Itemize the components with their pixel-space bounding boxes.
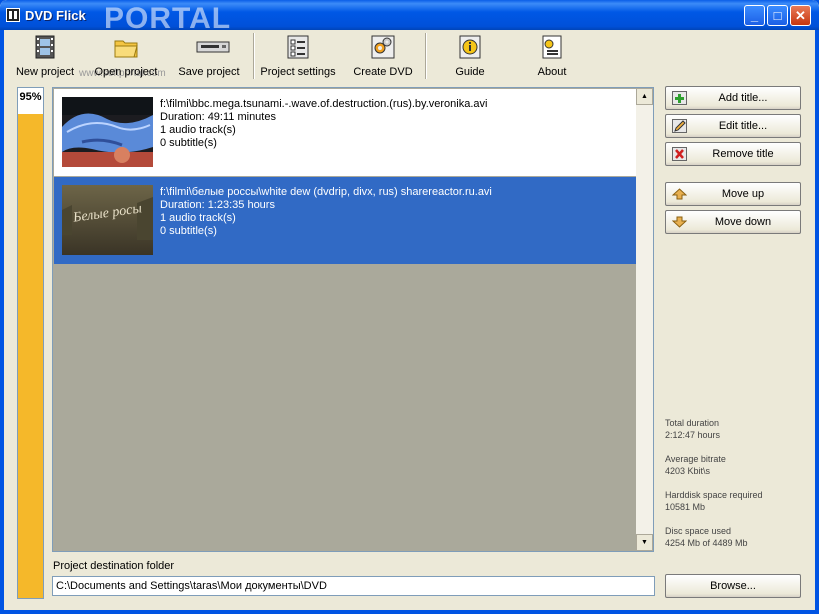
minimize-button[interactable]: _ [744,5,765,26]
title-audio: 1 audio track(s) [160,124,236,136]
title-duration: Duration: 1:23:35 hours [160,199,275,211]
create-dvd-button[interactable]: Create DVD [348,30,418,82]
close-button[interactable]: ✕ [790,5,811,26]
open-project-button[interactable]: Open project [90,30,162,82]
disc-space-value: 4254 Mb of 4489 Mb [665,538,748,548]
open-project-label: Open project [94,66,158,78]
title-audio: 1 audio track(s) [160,212,236,224]
edit-title-label: Edit title... [718,120,768,132]
arrow-down-icon [672,216,687,228]
bitrate-value: 4203 Kbit\s [665,466,711,476]
video-thumbnail: Белые росы [62,185,153,255]
disc-usage-progress: 95% [17,87,44,599]
toolbar: www.softportal.com New project Open proj… [4,30,815,82]
save-project-label: Save project [178,66,240,78]
move-up-button[interactable]: Move up [665,182,801,206]
remove-title-button[interactable]: Remove title [665,142,801,166]
about-document-icon [542,35,562,59]
move-down-button[interactable]: Move down [665,210,801,234]
remove-title-label: Remove title [712,148,774,160]
title-path: f:\filmi\белые россы\white dew (dvdrip, … [160,186,492,198]
app-window: DVD Flick PORTAL _ □ ✕ www.softportal.co… [0,0,819,614]
toolbar-separator [425,33,427,79]
gears-icon [371,35,395,59]
maximize-button[interactable]: □ [767,5,788,26]
bitrate-label: Average bitrate [665,454,726,464]
project-settings-label: Project settings [260,66,336,78]
edit-title-button[interactable]: Edit title... [665,114,801,138]
guide-button[interactable]: Guide [440,30,500,82]
title-path: f:\filmi\bbc.mega.tsunami.-.wave.of.dest… [160,98,488,110]
title-subtitles: 0 subtitle(s) [160,137,217,149]
add-icon [672,91,687,105]
window-title: DVD Flick [25,8,86,23]
move-down-label: Move down [714,216,772,228]
browse-button[interactable]: Browse... [665,574,801,598]
title-bar[interactable]: DVD Flick PORTAL _ □ ✕ [0,0,819,35]
new-project-label: New project [15,66,75,78]
title-info: f:\filmi\белые россы\white dew (dvdrip, … [160,186,492,238]
total-duration-value: 2:12:47 hours [665,430,721,440]
disc-space-label: Disc space used [665,526,732,536]
destination-folder-label: Project destination folder [53,560,175,572]
add-title-button[interactable]: Add title... [665,86,801,110]
scroll-down-arrow-icon[interactable]: ▼ [636,534,653,551]
new-project-button[interactable]: New project [10,30,80,82]
settings-panel-icon [287,35,309,59]
title-subtitles: 0 subtitle(s) [160,225,217,237]
title-item-selected[interactable]: Белые росы f:\filmi\белые россы\white de… [54,177,638,264]
window-frame-right [815,30,819,614]
disc-usage-percent: 95% [18,88,43,114]
info-book-icon [459,35,481,59]
app-icon [6,8,20,22]
save-project-button[interactable]: Save project [173,30,245,82]
title-duration: Duration: 49:11 minutes [160,111,276,123]
destination-folder-input[interactable] [52,576,655,596]
toolbar-separator [253,33,255,79]
project-stats: Total duration 2:12:47 hours Average bit… [665,417,805,561]
move-up-label: Move up [721,188,765,200]
total-duration-label: Total duration [665,418,720,428]
scroll-up-arrow-icon[interactable]: ▲ [636,88,653,105]
harddisk-label: Harddisk space required [665,490,763,500]
list-scrollbar[interactable]: ▲ ▼ [636,88,653,551]
harddisk-value: 10581 Mb [665,502,706,512]
create-dvd-label: Create DVD [353,66,413,78]
guide-label: Guide [455,66,485,78]
project-settings-button[interactable]: Project settings [258,30,338,82]
title-list[interactable]: f:\filmi\bbc.mega.tsunami.-.wave.of.dest… [52,87,654,552]
about-button[interactable]: About [522,30,582,82]
video-thumbnail [62,97,153,167]
add-title-label: Add title... [718,92,768,104]
window-frame-left [0,30,4,614]
title-info: f:\filmi\bbc.mega.tsunami.-.wave.of.dest… [160,98,487,150]
arrow-up-icon [672,188,687,200]
about-label: About [537,66,567,78]
title-item[interactable]: f:\filmi\bbc.mega.tsunami.-.wave.of.dest… [54,89,638,176]
remove-icon [672,147,687,161]
folder-open-icon [114,40,138,58]
window-frame-bottom [0,610,819,614]
edit-pencil-icon [672,119,687,133]
disk-drive-icon [196,41,230,53]
film-strip-icon [35,35,55,59]
